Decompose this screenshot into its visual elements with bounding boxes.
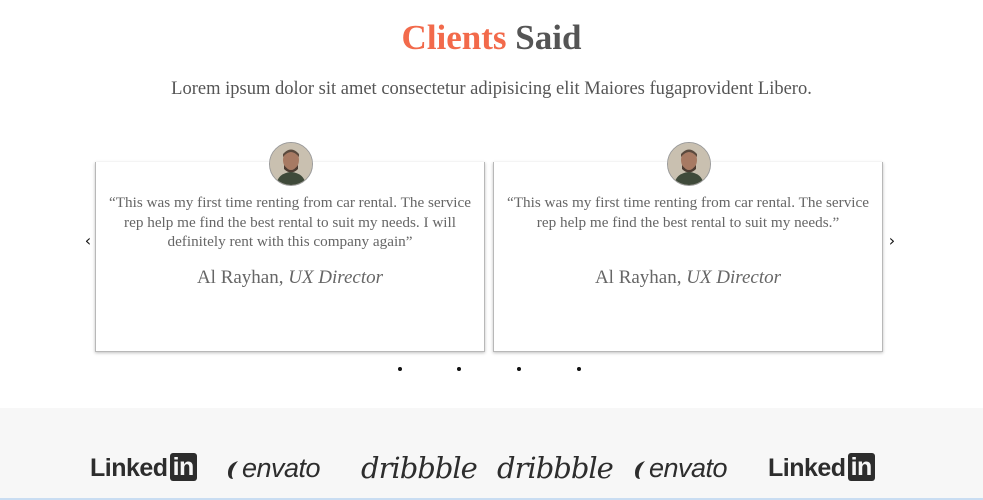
leaf-icon xyxy=(228,461,238,479)
testimonial-quote: “This was my first time renting from car… xyxy=(109,194,471,250)
linkedin-logo[interactable]: Linked in xyxy=(768,451,875,485)
logo-text: Linked xyxy=(90,454,168,482)
avatar xyxy=(667,142,711,186)
carousel-dot[interactable] xyxy=(517,367,521,371)
logo-box: in xyxy=(169,453,197,481)
testimonial-quote: “This was my first time renting from car… xyxy=(507,194,869,231)
logo-text: envato xyxy=(649,453,728,483)
carousel-dots xyxy=(0,367,983,373)
section-subtitle: Lorem ipsum dolor sit amet consectetur a… xyxy=(171,79,812,99)
logo-text: dribbble xyxy=(361,451,478,485)
testimonial-author: Al Rayhan, UX Director xyxy=(494,267,882,289)
carousel-dot[interactable] xyxy=(398,367,402,371)
dribbble-logo[interactable]: dribbble xyxy=(361,451,478,485)
logo-text: envato xyxy=(242,453,321,483)
envato-logo[interactable]: envato xyxy=(633,451,728,485)
logo-text: Linked xyxy=(768,454,846,482)
chevron-right-icon[interactable]: › xyxy=(885,232,899,250)
title-accent: Clients xyxy=(401,18,507,57)
testimonial-author: Al Rayhan, UX Director xyxy=(96,267,484,289)
envato-logo[interactable]: envato xyxy=(226,451,321,485)
author-role: UX Director xyxy=(686,267,782,288)
title-rest: Said xyxy=(515,18,582,57)
section-title: Clients Said xyxy=(0,16,983,60)
leaf-icon xyxy=(635,461,645,479)
carousel-dot[interactable] xyxy=(457,367,461,371)
author-name: Al Rayhan, xyxy=(196,267,284,288)
logo-text: dribbble xyxy=(497,451,614,485)
testimonial-card: “This was my first time renting from car… xyxy=(95,162,485,352)
testimonial-card: “This was my first time renting from car… xyxy=(493,162,883,352)
avatar xyxy=(269,142,313,186)
carousel-dot[interactable] xyxy=(577,367,581,371)
partner-logos: Linked in envato dribbble dribbble envato… xyxy=(0,408,983,500)
dribbble-logo[interactable]: dribbble xyxy=(497,451,614,485)
author-name: Al Rayhan, xyxy=(594,267,682,288)
chevron-left-icon[interactable]: ‹ xyxy=(81,232,95,250)
logo-box: in xyxy=(847,453,875,481)
linkedin-logo[interactable]: Linked in xyxy=(90,451,197,485)
author-role: UX Director xyxy=(288,267,384,288)
